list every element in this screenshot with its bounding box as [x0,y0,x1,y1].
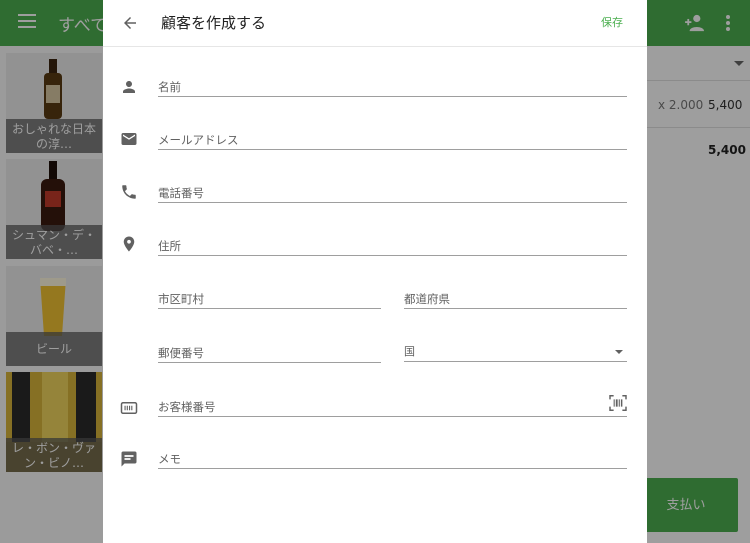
memo-field[interactable] [158,445,627,469]
country-select-label: 国 [404,345,415,358]
customer-number-field[interactable] [158,393,627,417]
prefecture-field[interactable] [404,285,627,309]
name-field[interactable] [158,73,627,97]
card-icon [120,402,138,414]
address-input[interactable] [158,239,627,253]
name-input[interactable] [158,80,627,94]
phone-input[interactable] [158,186,627,200]
phone-icon [122,185,136,199]
comment-icon [121,451,137,467]
location-pin-icon [123,236,135,252]
dropdown-arrow-icon [615,350,623,354]
postal-code-field[interactable] [158,339,381,363]
barcode-scan-icon[interactable] [609,395,627,411]
person-icon [123,81,135,93]
city-field[interactable] [158,285,381,309]
city-input[interactable] [158,292,381,306]
customer-number-input[interactable] [158,400,598,414]
dialog-header: 顧客を作成する 保存 [103,0,647,47]
memo-input[interactable] [158,452,627,466]
create-customer-dialog: 顧客を作成する 保存 国 [103,0,647,543]
arrow-back-icon[interactable] [121,14,139,32]
email-input[interactable] [158,133,627,147]
prefecture-input[interactable] [404,292,627,306]
email-icon [121,133,137,145]
save-button[interactable]: 保存 [601,14,623,30]
postal-code-input[interactable] [158,346,381,360]
dialog-title: 顧客を作成する [161,14,267,32]
country-select[interactable]: 国 [404,338,627,362]
email-field[interactable] [158,126,627,150]
address-field[interactable] [158,232,627,256]
phone-field[interactable] [158,179,627,203]
